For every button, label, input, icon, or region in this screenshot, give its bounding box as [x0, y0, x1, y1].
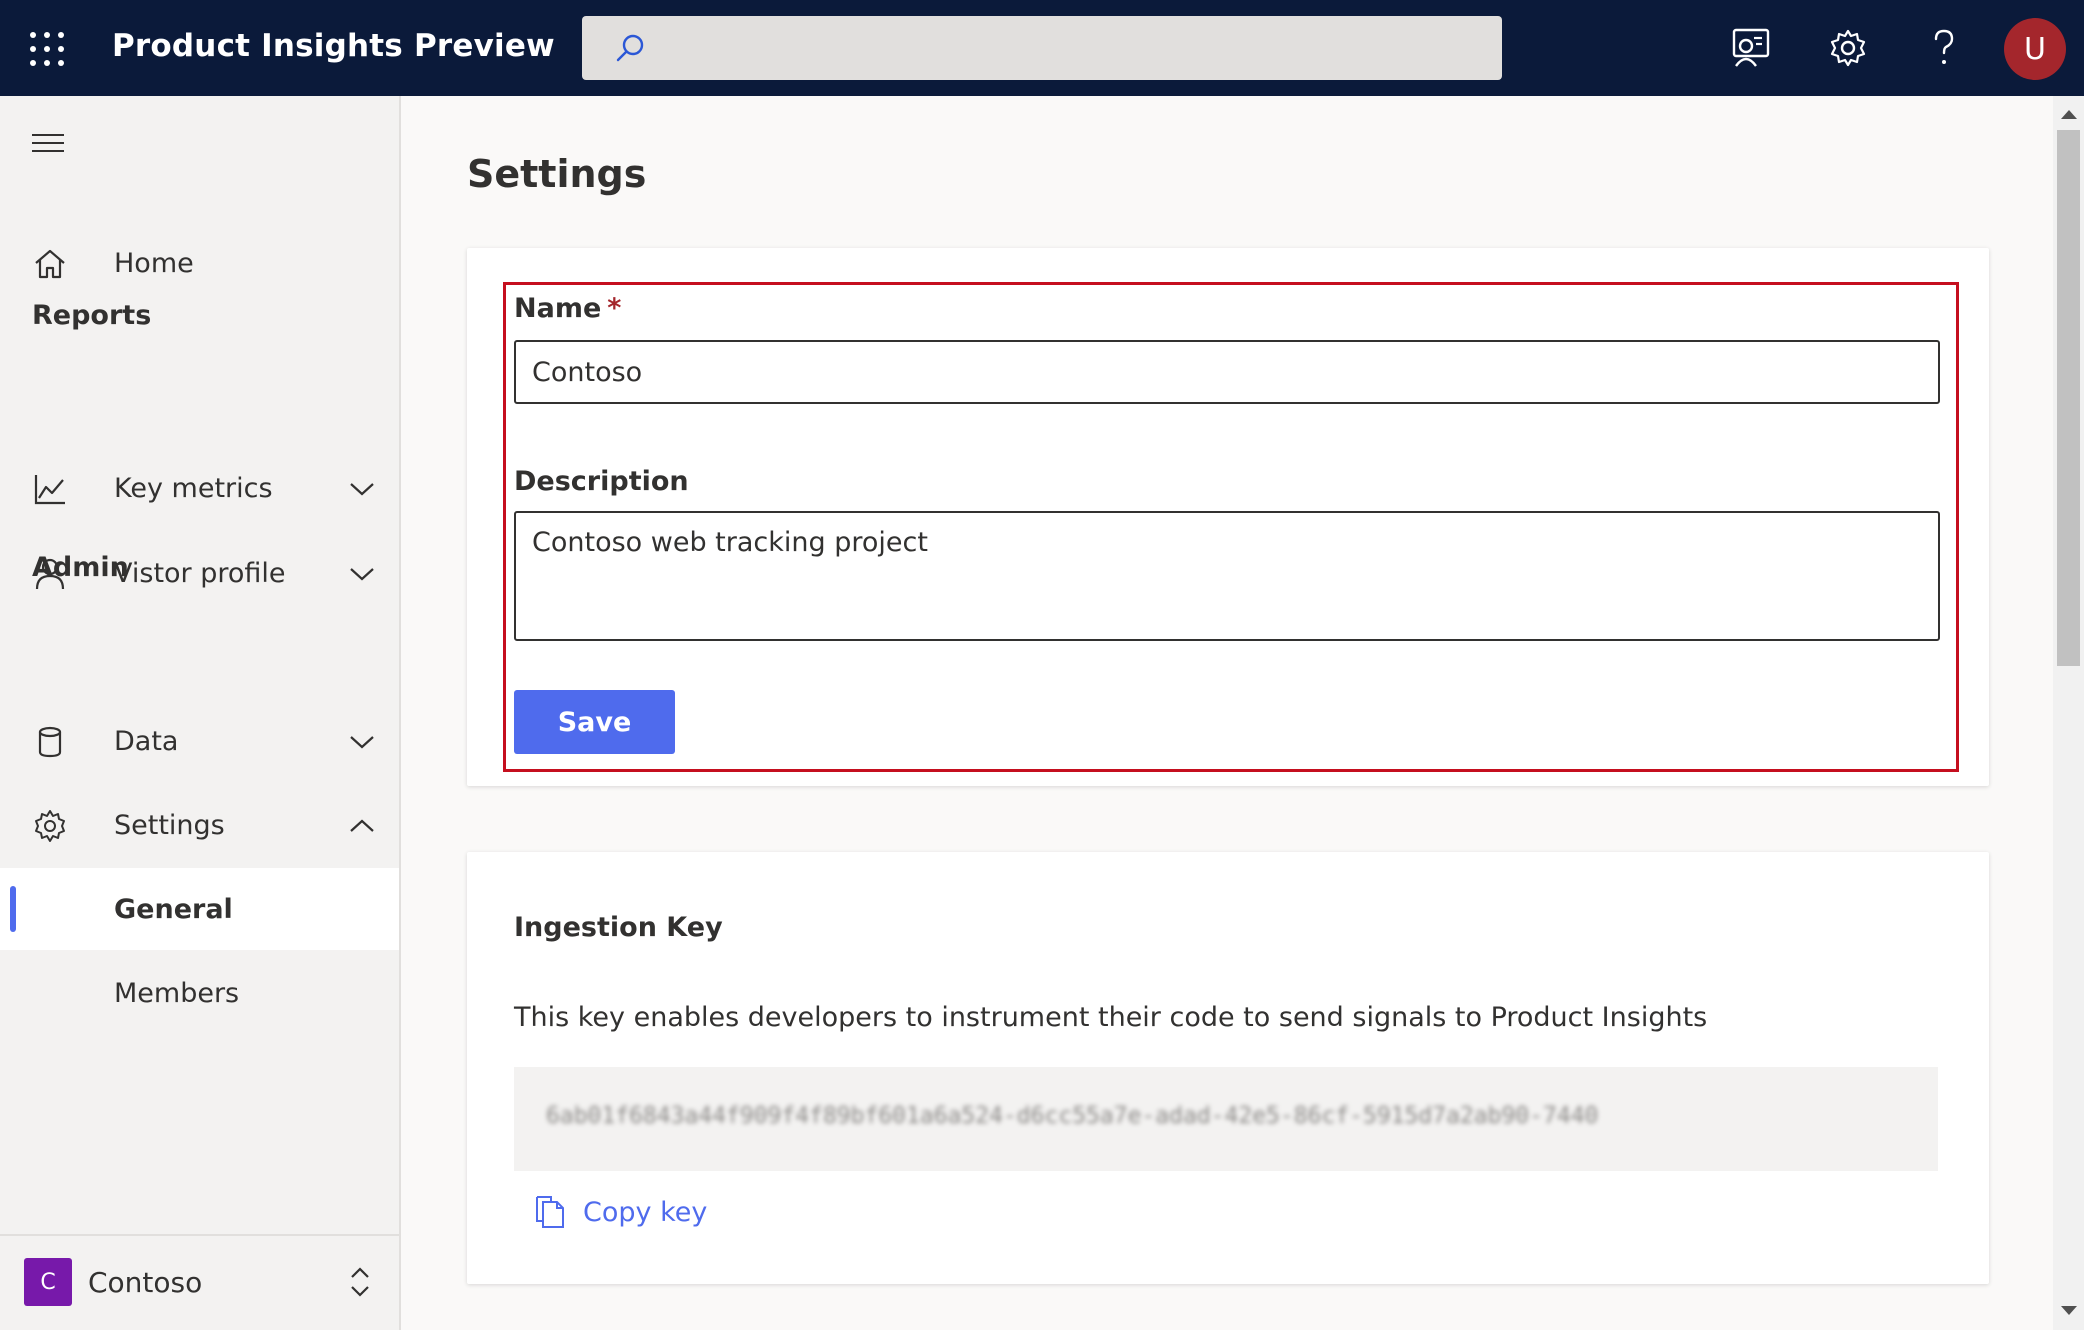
save-button[interactable]: Save — [514, 690, 675, 754]
general-settings-card: Name* Description Contoso web tracking p… — [467, 248, 1989, 786]
sidebar-item-data[interactable]: Data — [0, 700, 399, 782]
section-header-admin: Admin — [32, 552, 129, 583]
sidebar-item-settings[interactable]: Settings — [0, 784, 399, 866]
section-header-reports: Reports — [32, 300, 152, 331]
copy-key-link[interactable]: Copy key — [533, 1194, 707, 1230]
database-icon — [38, 726, 62, 758]
chevron-up-down-icon — [351, 1267, 369, 1297]
name-input[interactable] — [514, 340, 1940, 404]
copy-icon — [536, 1196, 564, 1228]
hamburger-menu-icon[interactable] — [32, 132, 64, 154]
scroll-thumb[interactable] — [2057, 130, 2080, 666]
sidebar-item-label: Members — [114, 977, 240, 1009]
search-box[interactable] — [582, 16, 1502, 80]
project-name: Contoso — [88, 1266, 203, 1299]
sidebar-item-label: Key metrics — [114, 472, 273, 504]
chevron-up-icon — [350, 819, 374, 832]
sidebar-item-key-metrics[interactable]: Key metrics — [0, 447, 399, 529]
home-icon — [35, 249, 65, 279]
project-badge: C — [24, 1258, 72, 1306]
ingestion-key-box: 6ab01f6843a44f909f4f89bf601a6a524-d6cc55… — [514, 1067, 1938, 1171]
sidebar-item-label: Vistor profile — [114, 557, 286, 589]
sidebar-item-label: Home — [114, 247, 194, 279]
help-icon[interactable] — [1922, 26, 1966, 70]
scroll-down-arrow-icon[interactable] — [2061, 1306, 2077, 1315]
user-avatar[interactable]: U — [2004, 18, 2066, 80]
line-chart-icon — [34, 475, 65, 505]
waffle-icon[interactable] — [30, 32, 64, 66]
feedback-icon[interactable] — [1730, 26, 1774, 70]
ingestion-key-card: Ingestion Key This key enables developer… — [467, 852, 1989, 1284]
top-bar: Product Insights Preview U — [0, 0, 2084, 96]
description-label: Description — [514, 466, 689, 497]
copy-key-label: Copy key — [583, 1196, 708, 1228]
ingestion-key-description: This key enables developers to instrumen… — [514, 1002, 1708, 1033]
required-indicator: * — [607, 293, 622, 324]
active-indicator — [10, 886, 16, 932]
highlight-box: Name* Description Contoso web tracking p… — [503, 282, 1959, 772]
chevron-down-icon — [350, 568, 374, 581]
chevron-down-icon — [350, 483, 374, 496]
main-content: Settings Name* Description Contoso web t… — [403, 96, 2053, 1330]
ingestion-key-title: Ingestion Key — [514, 912, 723, 943]
gear-icon[interactable] — [1826, 26, 1870, 70]
sidebar: Home Reports Key metrics Vistor profile … — [0, 96, 401, 1330]
sidebar-item-label: Data — [114, 725, 179, 757]
scroll-up-arrow-icon[interactable] — [2061, 110, 2077, 119]
sidebar-item-label: Settings — [114, 809, 225, 841]
app-title: Product Insights Preview — [112, 28, 555, 64]
sidebar-item-label: General — [114, 893, 233, 925]
project-switcher[interactable]: C Contoso — [0, 1234, 399, 1330]
search-icon — [616, 34, 644, 62]
gear-icon — [35, 810, 65, 842]
sidebar-item-general[interactable]: General — [0, 868, 399, 950]
vertical-scrollbar[interactable] — [2053, 96, 2084, 1330]
chevron-down-icon — [350, 736, 374, 749]
page-title: Settings — [467, 152, 647, 196]
sidebar-item-members[interactable]: Members — [0, 952, 399, 1034]
name-label: Name * — [514, 293, 622, 324]
description-textarea[interactable]: Contoso web tracking project — [514, 511, 1940, 641]
sidebar-item-home[interactable]: Home — [0, 222, 399, 304]
ingestion-key-value: 6ab01f6843a44f909f4f89bf601a6a524-d6cc55… — [546, 1103, 1599, 1129]
